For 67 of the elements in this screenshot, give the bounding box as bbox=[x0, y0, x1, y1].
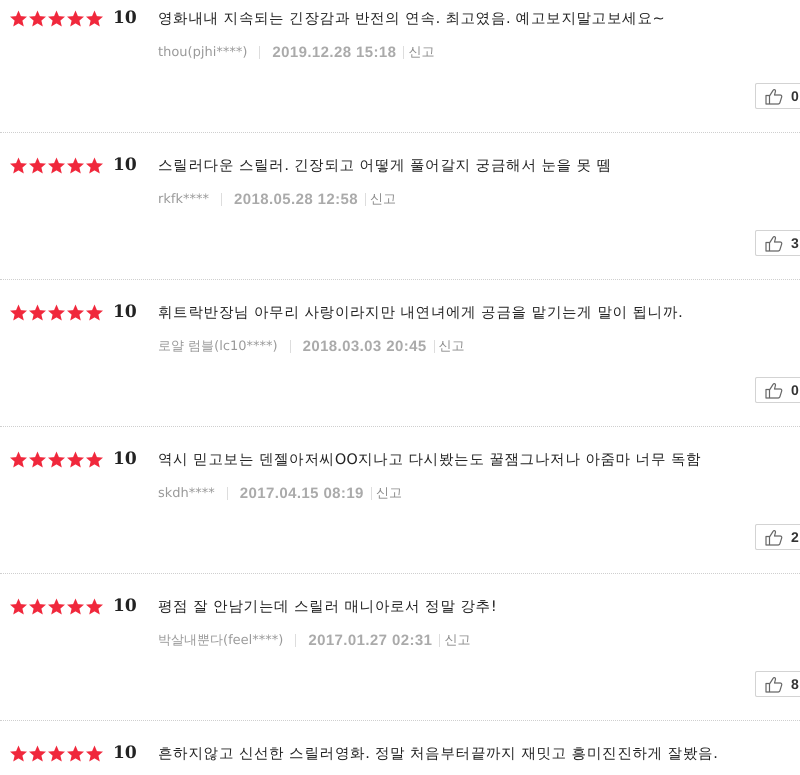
star-icon bbox=[29, 10, 46, 26]
star-icon bbox=[48, 10, 65, 26]
review-date: 2017.04.15 08:19 bbox=[240, 484, 364, 502]
review-date: 2017.01.27 02:31 bbox=[308, 632, 432, 648]
star-icon bbox=[67, 598, 84, 614]
report-link[interactable]: 신고 bbox=[444, 631, 470, 649]
author-name: rkfk**** bbox=[158, 192, 209, 206]
star-icon bbox=[29, 156, 46, 174]
star-icon bbox=[48, 744, 65, 762]
star-icon bbox=[67, 156, 84, 174]
star-icon bbox=[86, 156, 103, 174]
star-icon bbox=[10, 304, 27, 320]
star-icon bbox=[48, 304, 65, 320]
review-text: 휘트락반장님 아무리 사랑이라지만 내연녀에게 공금을 맡기는게 말이 됩니까. bbox=[158, 304, 683, 322]
star-icon bbox=[67, 744, 84, 762]
star-icon bbox=[48, 156, 65, 174]
thumbs-up-icon bbox=[765, 676, 783, 692]
star-icon bbox=[29, 450, 46, 468]
report-link[interactable]: 신고 bbox=[370, 190, 396, 208]
author-name: thou(pjhi****) bbox=[158, 44, 248, 60]
star-icon bbox=[29, 744, 46, 762]
review-date: 2018.03.03 20:45 bbox=[302, 338, 427, 354]
thumbs-up-icon bbox=[765, 528, 783, 546]
thumbs-up-icon bbox=[765, 234, 783, 252]
star-icon bbox=[10, 10, 27, 26]
thumbs-up-icon bbox=[765, 88, 783, 104]
rating-score: 10 bbox=[113, 155, 138, 175]
star-icon bbox=[10, 450, 27, 468]
star-icon bbox=[67, 10, 84, 26]
star-icon bbox=[86, 744, 103, 762]
review-text: 영화내내 지속되는 긴장감과 반전의 연속. 최고였음. 예고보지말고보세요~ bbox=[158, 10, 665, 28]
star-icon bbox=[29, 304, 46, 320]
report-link[interactable]: 신고 bbox=[438, 337, 465, 355]
rating-score: 10 bbox=[113, 449, 138, 469]
rating-score: 10 bbox=[113, 596, 138, 616]
rating-score: 10 bbox=[113, 743, 138, 763]
star-icon bbox=[29, 598, 46, 614]
author-name: 로얄 럼블(lc10****) bbox=[158, 338, 278, 355]
star-icon bbox=[67, 450, 84, 468]
like-button[interactable]: 8 bbox=[755, 671, 800, 697]
like-button[interactable]: 2 bbox=[755, 524, 800, 550]
review-date: 2019.12.28 15:18 bbox=[272, 44, 396, 60]
review-date: 2018.05.28 12:58 bbox=[234, 190, 358, 208]
thumbs-up-icon bbox=[765, 382, 783, 398]
star-icon bbox=[86, 598, 103, 614]
rating-score: 10 bbox=[113, 302, 138, 322]
star-icon bbox=[67, 304, 84, 320]
star-icon bbox=[86, 450, 103, 468]
like-button[interactable]: 0 bbox=[755, 83, 800, 109]
report-link[interactable]: 신고 bbox=[408, 43, 434, 61]
review-text: 역시 믿고보는 덴젤아저씨OO지나고 다시봤는도 꿀잼그나저나 아줌마 너무 독함 bbox=[158, 450, 702, 468]
star-icon bbox=[48, 598, 65, 614]
like-button[interactable]: 3 bbox=[755, 230, 800, 256]
star-icon bbox=[86, 10, 103, 26]
star-icon bbox=[10, 744, 27, 762]
star-icon bbox=[10, 598, 27, 614]
star-icon bbox=[48, 450, 65, 468]
star-icon bbox=[10, 156, 27, 174]
report-link[interactable]: 신고 bbox=[376, 484, 402, 502]
review-text: 평점 잘 안남기는데 스릴러 매니아로서 정말 강추! bbox=[158, 598, 497, 616]
author-name: 박살내뿐다(feel****) bbox=[158, 632, 284, 649]
star-icon bbox=[86, 304, 103, 320]
rating-score: 10 bbox=[113, 8, 138, 28]
review-text: 흔하지않고 신선한 스릴러영화. 정말 처음부터끝까지 재밋고 흥미진진하게 잘봤음. bbox=[158, 744, 718, 762]
review-text: 스릴러다운 스릴러. 긴장되고 어떻게 풀어갈지 궁금해서 눈을 못 뗌 bbox=[158, 156, 612, 174]
like-button[interactable]: 0 bbox=[755, 377, 800, 403]
author-name: skdh**** bbox=[158, 486, 215, 500]
